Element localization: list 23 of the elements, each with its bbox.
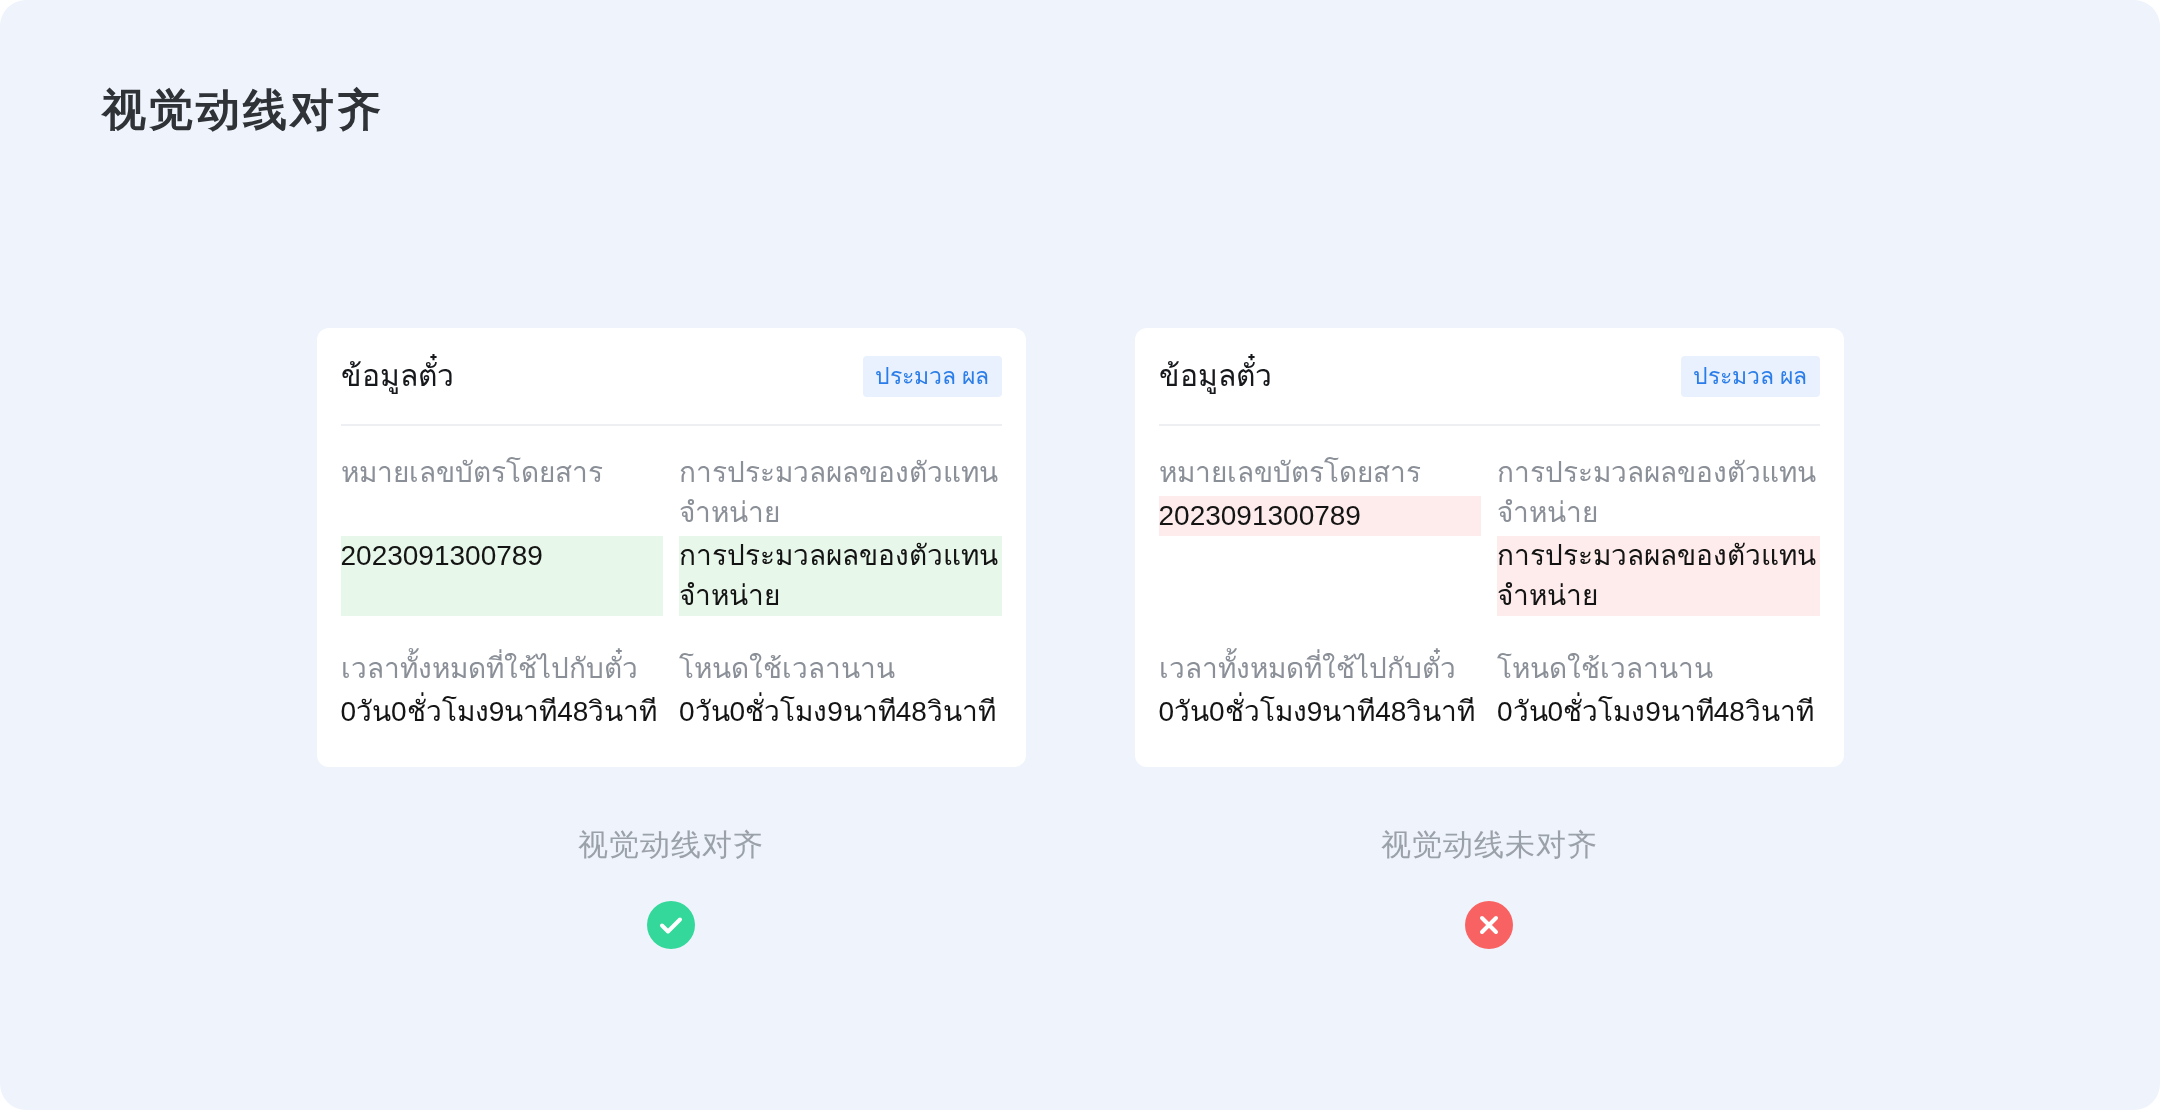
field-value: การประมวลผลของตัวแทนจำหน่าย bbox=[679, 536, 1002, 616]
card-title: ข้อมูลตั๋ว bbox=[1158, 356, 1272, 396]
field-label: การประมวลผลของตัวแทนจำหน่าย bbox=[679, 456, 999, 530]
field-label: การประมวลผลของตัวแทนจำหน่าย bbox=[1497, 456, 1817, 530]
field-label: หมายเลขบัตรโดยสาร bbox=[340, 456, 604, 490]
field-label: เวลาทั้งหมดที่ใช้ไปกับตั๋ว bbox=[1158, 649, 1481, 689]
field-value: 0วัน0ชั่วโมง9นาที48วินาที bbox=[679, 692, 1002, 732]
field-value: 0วัน0ชั่วโมง9นาที48วินาที bbox=[1158, 692, 1481, 732]
example-caption: 视觉动线未对齐 bbox=[1380, 827, 1598, 863]
field-label: หมายเลขบัตรโดยสาร bbox=[1158, 456, 1422, 490]
process-button[interactable]: ประมวล ผล bbox=[863, 355, 1002, 397]
page-title: 视觉动线对齐 bbox=[102, 84, 384, 136]
field-value: 2023091300789 bbox=[1158, 496, 1481, 536]
card-title: ข้อมูลตั๋ว bbox=[340, 356, 454, 396]
field-value: 2023091300789 bbox=[340, 536, 663, 616]
field-value: การประมวลผลของตัวแทนจำหน่าย bbox=[1497, 536, 1820, 616]
field-label: โหนดใช้เวลานาน bbox=[1497, 652, 1714, 686]
example-caption: 视觉动线对齐 bbox=[578, 827, 764, 863]
field-label: โหนดใช้เวลานาน bbox=[679, 652, 896, 686]
field-value: 0วัน0ชั่วโมง9นาที48วินาที bbox=[1497, 692, 1820, 732]
process-button[interactable]: ประมวล ผล bbox=[1681, 355, 1820, 397]
field-value: 0วัน0ชั่วโมง9นาที48วินาที bbox=[340, 692, 663, 732]
field-label: เวลาทั้งหมดที่ใช้ไปกับตั๋ว bbox=[340, 649, 663, 689]
